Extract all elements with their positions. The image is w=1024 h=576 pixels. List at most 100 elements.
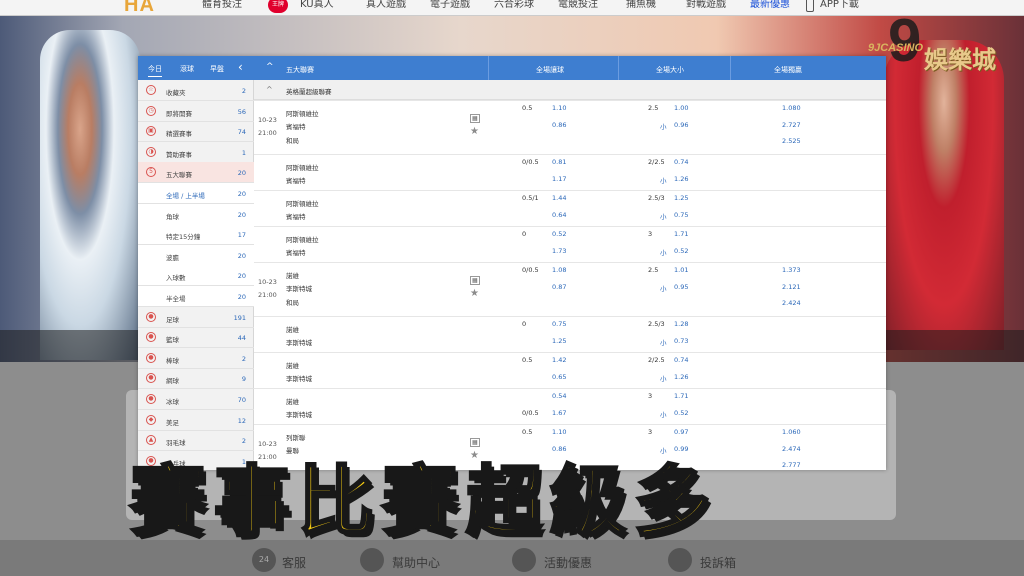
sidebar-item-label: 羽毛球 <box>166 439 186 448</box>
nav-ku-live[interactable]: KU真人 <box>300 0 334 11</box>
handicap-odds-away[interactable]: 0.87 <box>552 283 566 291</box>
nav-versus-games[interactable]: 對戰遊戲 <box>686 0 726 11</box>
stats-icon[interactable]: ▦ <box>470 438 480 447</box>
over-odds[interactable]: 0.74 <box>674 356 688 364</box>
over-odds[interactable]: 0.74 <box>674 158 688 166</box>
over-odds[interactable]: 1.01 <box>674 266 688 274</box>
sidebar-item[interactable]: ● 棒球 2 <box>138 348 254 369</box>
sidebar-item[interactable]: 入球數 20 <box>138 265 254 287</box>
handicap-odds-away[interactable]: 1.17 <box>552 175 566 183</box>
stats-icon[interactable]: ▦ <box>470 114 480 123</box>
over-odds[interactable]: 1.00 <box>674 104 688 112</box>
handicap-line: 0 <box>522 230 527 238</box>
home-team: 列斯聯 <box>286 434 306 442</box>
handicap-odds-away[interactable]: 0.64 <box>552 211 566 219</box>
handicap-odds-away[interactable]: 1.67 <box>552 409 566 417</box>
over-odds[interactable]: 1.28 <box>674 320 688 328</box>
sidebar-item-count: 20 <box>237 272 246 281</box>
sidebar-item[interactable]: ▣ 精選賽事 74 <box>138 121 254 143</box>
handicap-line: 0 <box>522 320 527 328</box>
favorite-star-icon[interactable]: ★ <box>470 126 479 137</box>
under-odds[interactable]: 0.52 <box>674 409 688 417</box>
handicap-odds-home[interactable]: 1.44 <box>552 194 566 202</box>
handicap-line: 0.5 <box>522 428 533 436</box>
match-date: 10-23 <box>258 278 277 286</box>
sidebar-item[interactable]: ● 網球 9 <box>138 368 254 390</box>
over-odds[interactable]: 1.25 <box>674 194 688 202</box>
moneyline-draw[interactable]: 2.525 <box>782 137 801 145</box>
favorite-star-icon[interactable]: ★ <box>470 288 479 299</box>
sidebar-item[interactable]: ▲ 羽毛球 2 <box>138 430 254 452</box>
sidebar-item[interactable]: ◆ 美足 12 <box>138 410 254 431</box>
under-odds[interactable]: 0.75 <box>674 211 688 219</box>
match-time: 21:00 <box>258 291 277 299</box>
moneyline-away[interactable]: 2.727 <box>782 121 801 129</box>
under-odds[interactable]: 0.95 <box>674 283 688 291</box>
nav-promotions[interactable]: 最新優惠 <box>750 0 790 11</box>
handicap-odds-home[interactable]: 1.10 <box>552 104 566 112</box>
handicap-odds-home[interactable]: 0.54 <box>552 392 566 400</box>
handicap-odds-away[interactable]: 1.25 <box>552 337 566 345</box>
footer-promotions[interactable]: 活動優惠 <box>544 554 592 571</box>
sidebar-item[interactable]: 全場 / 上半場 20 <box>138 183 254 204</box>
under-odds[interactable]: 1.26 <box>674 175 688 183</box>
moneyline-home[interactable]: 1.060 <box>782 428 801 436</box>
site-logo[interactable]: HA <box>124 0 155 17</box>
handicap-odds-away[interactable]: 0.65 <box>552 373 566 381</box>
handicap-odds-home[interactable]: 1.08 <box>552 266 566 274</box>
league-row[interactable]: ^ 英格蘭超級聯賽 <box>254 80 886 100</box>
stats-icon[interactable]: ▦ <box>470 276 480 285</box>
under-odds[interactable]: 0.73 <box>674 337 688 345</box>
over-odds[interactable]: 1.71 <box>674 392 688 400</box>
sidebar-item[interactable]: 半全場 20 <box>138 286 254 307</box>
handicap-odds-away[interactable]: 0.86 <box>552 121 566 129</box>
nav-sports[interactable]: 體育投注 <box>202 0 242 11</box>
sidebar-item[interactable]: ● 足球 191 <box>138 307 254 328</box>
tab-today[interactable]: 今日 <box>148 64 162 77</box>
under-odds[interactable]: 0.96 <box>674 121 688 129</box>
home-team: 諾維 <box>286 398 299 406</box>
sidebar-item[interactable]: 特定15分鐘 17 <box>138 224 254 246</box>
sidebar-item-label: 入球數 <box>166 274 186 283</box>
nav-slots[interactable]: 電子遊戲 <box>430 0 470 11</box>
collapse-all-icon[interactable]: ^ <box>266 62 274 72</box>
moneyline-draw[interactable]: 2.424 <box>782 299 801 307</box>
handicap-odds-home[interactable]: 1.42 <box>552 356 566 364</box>
sidebar-item[interactable]: 角球 20 <box>138 203 254 225</box>
total-line: 2.5 <box>648 266 659 274</box>
footer-help-center[interactable]: 幫助中心 <box>392 554 440 571</box>
handicap-odds-home[interactable]: 1.10 <box>552 428 566 436</box>
nav-live-casino[interactable]: 真人遊戲 <box>366 0 406 11</box>
chevron-up-icon[interactable]: ^ <box>266 85 273 94</box>
chevron-left-icon[interactable]: ‹ <box>238 60 243 74</box>
sidebar-item[interactable]: ◑ 贊助賽事 1 <box>138 142 254 163</box>
nav-esports[interactable]: 電競投注 <box>558 0 598 11</box>
betting-panel: 今日 滾球 早盤 ‹ ☆ 收藏夾 2 ◷ 即將開賽 56 ▣ 精選賽事 74 ◑ 贊助賽事 1 5 五大聯… <box>138 56 886 470</box>
over-odds[interactable]: 1.71 <box>674 230 688 238</box>
under-odds[interactable]: 1.26 <box>674 373 688 381</box>
promo-banner-text: 賽事比賽超級多 <box>129 456 718 548</box>
sidebar-item[interactable]: ◷ 即將開賽 56 <box>138 101 254 122</box>
sidebar-item[interactable]: ☆ 收藏夾 2 <box>138 80 254 101</box>
sidebar-item[interactable]: ● 籃球 44 <box>138 327 254 349</box>
under-odds[interactable]: 0.52 <box>674 247 688 255</box>
handicap-odds-away[interactable]: 1.73 <box>552 247 566 255</box>
handicap-odds-home[interactable]: 0.81 <box>552 158 566 166</box>
sidebar-item[interactable]: 5 五大聯賽 20 <box>138 162 254 184</box>
tab-live[interactable]: 滾球 <box>180 64 194 74</box>
sidebar-item-label: 精選賽事 <box>166 130 192 139</box>
moneyline-home[interactable]: 1.373 <box>782 266 801 274</box>
tab-early[interactable]: 早盤 <box>210 64 224 74</box>
sidebar-item[interactable]: 波膽 20 <box>138 244 254 266</box>
handicap-odds-home[interactable]: 0.75 <box>552 320 566 328</box>
sidebar-item[interactable]: ● 冰球 70 <box>138 389 254 410</box>
nav-fishing[interactable]: 捕魚機 <box>626 0 656 11</box>
handicap-odds-home[interactable]: 0.52 <box>552 230 566 238</box>
over-odds[interactable]: 0.97 <box>674 428 688 436</box>
footer-complaints[interactable]: 投訴箱 <box>700 554 736 571</box>
nav-app-download[interactable]: APP下載 <box>820 0 859 11</box>
nav-lottery[interactable]: 六合彩球 <box>494 0 534 11</box>
footer-customer-service[interactable]: 客服 <box>282 554 306 571</box>
moneyline-home[interactable]: 1.080 <box>782 104 801 112</box>
moneyline-away[interactable]: 2.121 <box>782 283 801 291</box>
